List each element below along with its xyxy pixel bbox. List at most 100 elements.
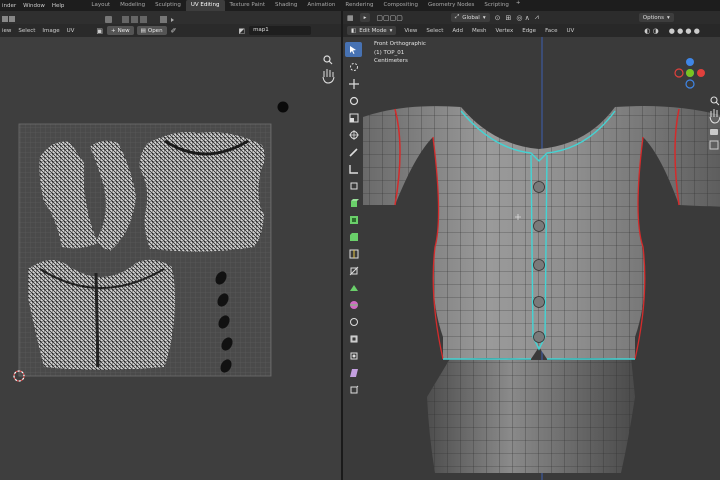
scale-tool-button[interactable] bbox=[345, 110, 362, 125]
poly-build-tool-button[interactable] bbox=[345, 280, 362, 295]
menu-edge[interactable]: Edge bbox=[522, 28, 536, 34]
view-name-text: Front Orthographic bbox=[374, 41, 426, 47]
bevel-icon bbox=[349, 232, 358, 241]
proportional-edit-icon[interactable]: ◎ ∧ bbox=[516, 14, 529, 22]
knife-tool-button[interactable] bbox=[345, 263, 362, 278]
falloff-icon[interactable]: ⩘ bbox=[535, 13, 539, 22]
mode-dropdown[interactable]: ◧ Edit Mode ▾ bbox=[347, 26, 397, 35]
editor-type-icon[interactable] bbox=[2, 16, 15, 22]
options-dropdown[interactable]: Options ▾ bbox=[638, 13, 674, 22]
tab-shading[interactable]: Shading bbox=[270, 0, 302, 11]
menu-window[interactable]: Window bbox=[23, 3, 45, 9]
menu-window-partial[interactable]: inder bbox=[2, 3, 16, 9]
annotate-tool-button[interactable] bbox=[345, 144, 362, 159]
menu-mesh[interactable]: Mesh bbox=[472, 28, 486, 34]
shrink-fatten-icon bbox=[350, 352, 357, 359]
uv-map-name-field[interactable]: map1 bbox=[249, 26, 312, 35]
rip-icon bbox=[350, 385, 358, 393]
tab-modeling[interactable]: Modeling bbox=[115, 0, 150, 11]
gizmo-neg-z-axis[interactable] bbox=[685, 79, 695, 89]
menu-view[interactable]: View bbox=[404, 28, 417, 34]
viewport-menu: View Select Add Mesh Vertex Edge Face UV bbox=[404, 28, 574, 34]
uv-map-icon: ◩ bbox=[238, 26, 246, 35]
extrude-icon bbox=[350, 198, 359, 207]
uv-editor-header-menu: iew Select Image UV ▣ + New ▤ Open ✐ ◩ map… bbox=[0, 24, 341, 37]
menu-face[interactable]: Face bbox=[545, 28, 557, 34]
tab-texture-paint[interactable]: Texture Paint bbox=[225, 0, 271, 11]
measure-tool-button[interactable] bbox=[345, 161, 362, 176]
inset-icon bbox=[349, 215, 358, 224]
3d-viewport-panel: ▦ ▸ ▢▢▢▢ ⤢ Global ▾ ⊙ ⊞ ◎ ∧ ⩘ Options ▾ ◧ Ed… bbox=[343, 11, 720, 480]
inset-tool-button[interactable] bbox=[345, 212, 362, 227]
chevron-down-icon: ▾ bbox=[666, 14, 670, 21]
tab-uv-editing[interactable]: UV Editing bbox=[185, 0, 225, 11]
top-bar: inder Window Help Layout Modeling Sculpt… bbox=[0, 0, 720, 11]
select-box-tool[interactable]: ▸ bbox=[359, 13, 371, 22]
loop-cut-icon bbox=[349, 249, 358, 258]
poly-build-icon bbox=[349, 284, 358, 291]
3d-scene[interactable] bbox=[343, 37, 720, 480]
rotate-tool-button[interactable] bbox=[345, 93, 362, 108]
tab-layout[interactable]: Layout bbox=[86, 0, 115, 11]
menu-vertex[interactable]: Vertex bbox=[496, 28, 514, 34]
uv-sync-select-icon[interactable] bbox=[105, 16, 112, 23]
shrink-fatten-tool-button[interactable] bbox=[345, 348, 362, 363]
bevel-tool-button[interactable] bbox=[345, 229, 362, 244]
extrude-tool-button[interactable] bbox=[345, 195, 362, 210]
pan-hand-icon[interactable] bbox=[322, 69, 335, 84]
image-browse-icon[interactable]: ▣ bbox=[96, 27, 103, 35]
transform-tool-button[interactable] bbox=[345, 127, 362, 142]
add-cube-tool-button[interactable] bbox=[345, 178, 362, 193]
uv-menu-uv[interactable]: UV bbox=[67, 28, 75, 34]
object-name-text: (1) TOP_01 bbox=[374, 49, 405, 56]
menu-uv[interactable]: UV bbox=[567, 28, 575, 34]
shading-mode-icons[interactable]: ● ● ● ● bbox=[669, 27, 700, 35]
sticky-select-icon[interactable] bbox=[160, 16, 174, 23]
tab-animation[interactable]: Animation bbox=[302, 0, 340, 11]
gizmo-y-axis[interactable] bbox=[686, 69, 694, 77]
new-image-button[interactable]: + New bbox=[107, 26, 134, 35]
edge-slide-tool-button[interactable] bbox=[345, 331, 362, 346]
units-text: Centimeters bbox=[374, 58, 408, 64]
move-tool-button[interactable] bbox=[345, 76, 362, 91]
navigation-gizmo[interactable] bbox=[674, 58, 705, 89]
shear-tool-button[interactable] bbox=[345, 365, 362, 380]
uv-island-back-panel[interactable] bbox=[139, 132, 265, 252]
workspace-tabs: Layout Modeling Sculpting UV Editing Tex… bbox=[86, 0, 520, 11]
select-tool-button[interactable] bbox=[345, 42, 362, 57]
tab-rendering[interactable]: Rendering bbox=[340, 0, 378, 11]
viewport-zoom-icon[interactable] bbox=[710, 96, 720, 106]
pivot-icon[interactable]: ⊙ bbox=[495, 14, 501, 22]
overlay-icons[interactable]: ◐ ◑ bbox=[644, 27, 658, 35]
menu-help[interactable]: Help bbox=[52, 3, 65, 9]
uv-canvas[interactable] bbox=[0, 37, 341, 480]
select-mode-icons[interactable]: ▢▢▢▢ bbox=[376, 14, 402, 22]
rotate-icon bbox=[349, 96, 358, 105]
tab-compositing[interactable]: Compositing bbox=[379, 0, 423, 11]
zoom-icon[interactable] bbox=[323, 55, 333, 65]
tab-sculpting[interactable]: Sculpting bbox=[150, 0, 186, 11]
gizmo-top-z[interactable] bbox=[686, 58, 694, 66]
uv-menu-image[interactable]: Image bbox=[42, 28, 59, 34]
tab-geometry-nodes[interactable]: Geometry Nodes bbox=[423, 0, 479, 11]
spin-tool-button[interactable] bbox=[345, 297, 362, 312]
add-workspace-button[interactable]: + bbox=[516, 0, 521, 11]
loop-cut-tool-button[interactable] bbox=[345, 246, 362, 261]
uv-menu-select[interactable]: Select bbox=[18, 28, 35, 34]
uv-menu-view[interactable]: iew bbox=[2, 28, 11, 34]
gizmo-neg-x-axis[interactable] bbox=[674, 68, 684, 78]
open-image-button[interactable]: ▤ Open bbox=[136, 26, 167, 35]
pin-icon[interactable]: ✐ bbox=[171, 27, 177, 35]
tab-scripting[interactable]: Scripting bbox=[479, 0, 513, 11]
editor-type-icon[interactable]: ▦ bbox=[347, 14, 354, 22]
cursor-tool-button[interactable] bbox=[345, 59, 362, 74]
rip-tool-button[interactable] bbox=[345, 382, 362, 397]
orientation-dropdown[interactable]: ⤢ Global ▾ bbox=[450, 13, 490, 22]
menu-add[interactable]: Add bbox=[452, 28, 463, 34]
smooth-tool-button[interactable] bbox=[345, 314, 362, 329]
uv-select-mode-icons[interactable] bbox=[122, 16, 147, 23]
snap-icon[interactable]: ⊞ bbox=[505, 14, 511, 22]
camera-view-icon[interactable] bbox=[710, 129, 718, 135]
menu-select[interactable]: Select bbox=[426, 28, 443, 34]
gizmo-x-axis[interactable] bbox=[697, 69, 705, 77]
